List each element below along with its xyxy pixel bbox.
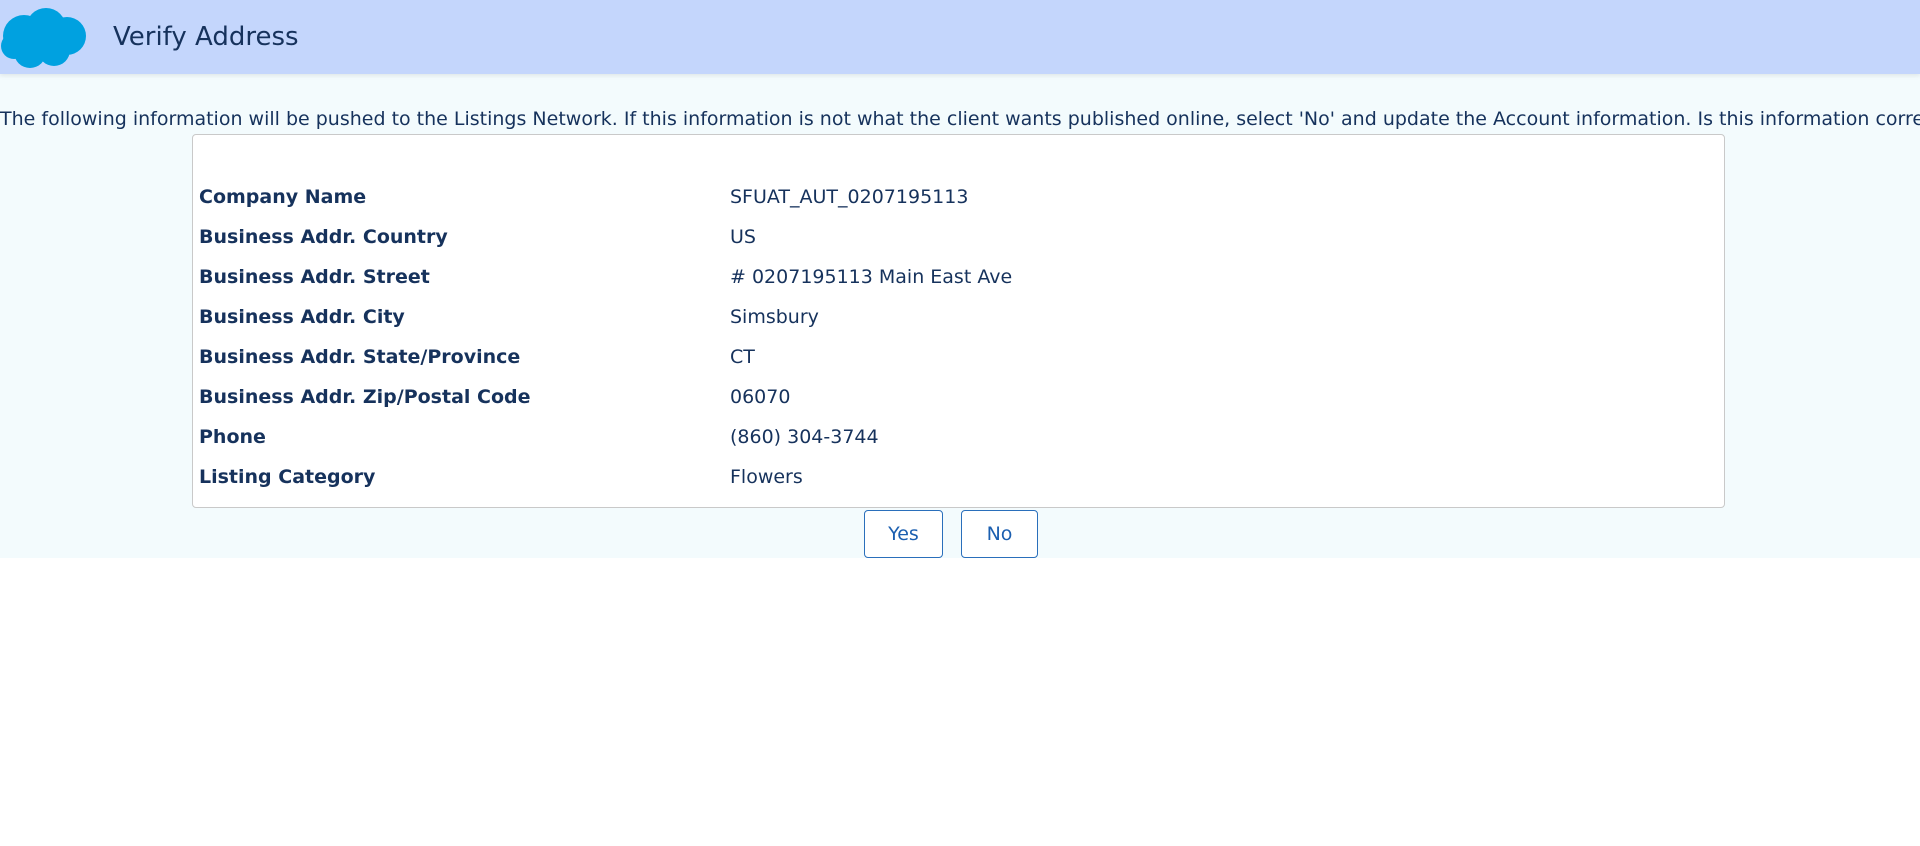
page-title: Verify Address: [113, 22, 299, 52]
salesforce-cloud-icon: [1, 8, 86, 68]
detail-value: US: [730, 226, 756, 248]
detail-value: CT: [730, 346, 755, 368]
detail-row-state: Business Addr. State/Province CT: [199, 337, 1699, 377]
detail-row-category: Listing Category Flowers: [199, 457, 1699, 497]
detail-value: (860) 304-3744: [730, 426, 879, 448]
detail-row-phone: Phone (860) 304-3744: [199, 417, 1699, 457]
detail-value: Simsbury: [730, 306, 819, 328]
detail-row-zip: Business Addr. Zip/Postal Code 06070: [199, 377, 1699, 417]
no-button[interactable]: No: [961, 510, 1038, 558]
detail-row-street: Business Addr. Street # 0207195113 Main …: [199, 257, 1699, 297]
detail-row-company-name: Company Name SFUAT_AUT_0207195113: [199, 177, 1699, 217]
detail-label: Phone: [199, 426, 266, 448]
detail-label: Listing Category: [199, 466, 376, 488]
detail-label: Company Name: [199, 186, 367, 208]
detail-value: SFUAT_AUT_0207195113: [730, 186, 969, 208]
intro-message: The following information will be pushed…: [0, 108, 1920, 130]
detail-value: # 0207195113 Main East Ave: [730, 266, 1013, 288]
detail-label: Business Addr. City: [199, 306, 405, 328]
detail-label: Business Addr. Country: [199, 226, 448, 248]
details-card: Company Name SFUAT_AUT_0207195113 Busine…: [192, 134, 1725, 508]
detail-value: Flowers: [730, 466, 803, 488]
detail-label: Business Addr. State/Province: [199, 346, 521, 368]
verify-address-page: Verify Address The following information…: [0, 0, 1920, 558]
details-list: Company Name SFUAT_AUT_0207195113 Busine…: [199, 177, 1699, 497]
detail-value: 06070: [730, 386, 791, 408]
detail-label: Business Addr. Street: [199, 266, 430, 288]
detail-row-country: Business Addr. Country US: [199, 217, 1699, 257]
header-bar: Verify Address: [0, 0, 1920, 74]
detail-row-city: Business Addr. City Simsbury: [199, 297, 1699, 337]
detail-label: Business Addr. Zip/Postal Code: [199, 386, 531, 408]
yes-button[interactable]: Yes: [864, 510, 943, 558]
